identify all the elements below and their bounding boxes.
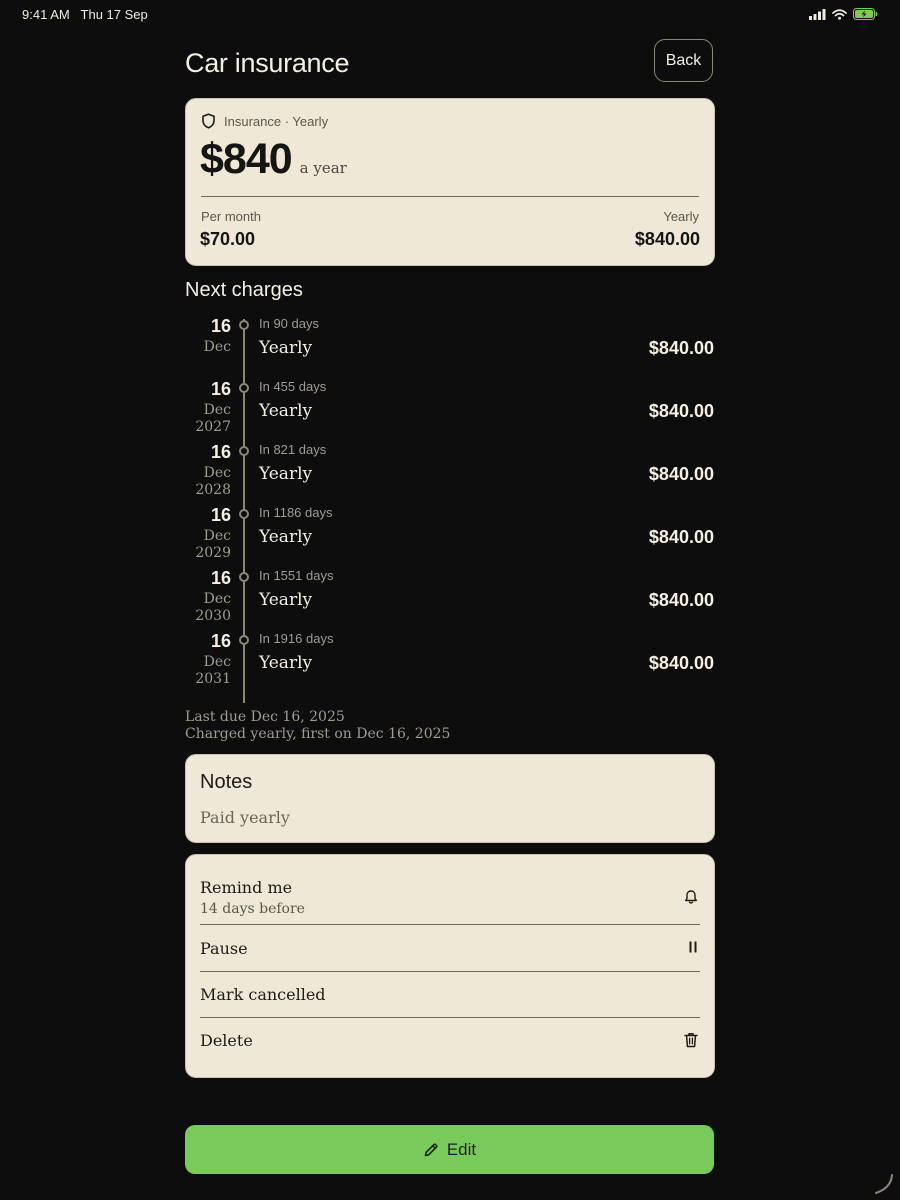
charge-day: 16	[210, 568, 231, 588]
per-month-value: $70.00	[200, 229, 256, 249]
back-button[interactable]: Back	[654, 39, 713, 82]
charge-when: In 1186 days	[259, 505, 333, 520]
page-title: Car insurance	[185, 48, 350, 78]
mark-cancelled-row[interactable]: Mark cancelled	[200, 971, 700, 1018]
timeline-dot	[239, 320, 249, 330]
timeline-dot	[239, 446, 249, 456]
charge-amount: $840.00	[648, 527, 714, 547]
charge-amount: $840.00	[648, 338, 714, 358]
charge-day: 16	[210, 379, 231, 399]
charge-item: 16 Dec 2030 In 1551 days Yearly $840.00	[185, 563, 715, 625]
charge-label: Yearly	[259, 338, 313, 358]
price-unit: a year	[299, 159, 347, 177]
remind-me-label: Remind me	[200, 878, 293, 897]
charge-amount: $840.00	[648, 590, 714, 610]
per-month-label: Per month	[201, 209, 261, 224]
delete-row[interactable]: Delete	[200, 1017, 700, 1063]
charge-year: 2029	[195, 545, 231, 561]
mark-cancelled-label: Mark cancelled	[200, 985, 326, 1004]
charge-when: In 1551 days	[259, 568, 334, 583]
charge-day: 16	[210, 631, 231, 651]
charge-when: In 821 days	[259, 442, 327, 457]
charge-label: Yearly	[259, 653, 313, 673]
pause-icon	[689, 941, 697, 953]
charge-item: 16 Dec 2027 In 455 days Yearly $840.00	[185, 374, 715, 436]
timeline-dot	[239, 509, 249, 519]
charge-item: 16 Dec 2029 In 1186 days Yearly $840.00	[185, 500, 715, 562]
charge-amount: $840.00	[648, 653, 714, 673]
charges-timeline: 16 Dec In 90 days Yearly $840.00 16 Dec …	[185, 311, 715, 706]
notes-body: Paid yearly	[200, 808, 290, 827]
charge-year: 2031	[195, 671, 231, 687]
last-due-text: Last due Dec 16, 2025	[185, 709, 345, 725]
pencil-icon	[424, 1142, 438, 1156]
pause-label: Pause	[200, 939, 248, 958]
remind-me-sub: 14 days before	[200, 901, 305, 917]
charge-item: 16 Dec 2028 In 821 days Yearly $840.00	[185, 437, 715, 499]
category-label: Insurance · Yearly	[224, 113, 329, 129]
charge-item: 16 Dec In 90 days Yearly $840.00	[185, 311, 715, 373]
price-amount: $840	[200, 135, 293, 183]
charge-label: Yearly	[259, 527, 313, 547]
bell-icon	[685, 890, 697, 904]
timeline-dot	[239, 572, 249, 582]
charge-day: 16	[210, 316, 231, 336]
price-row: $840 a year	[200, 135, 347, 184]
timeline-dot	[239, 635, 249, 645]
edit-label: Edit	[446, 1139, 477, 1159]
charged-info-text: Charged yearly, first on Dec 16, 2025	[185, 726, 451, 742]
charge-month: Dec	[203, 402, 231, 418]
edit-button[interactable]: Edit	[185, 1125, 714, 1174]
charge-month: Dec	[203, 528, 231, 544]
charge-day: 16	[210, 505, 231, 525]
trash-icon	[684, 1033, 698, 1048]
charge-month: Dec	[203, 339, 231, 355]
remind-me-row[interactable]: Remind me 14 days before	[200, 877, 700, 925]
resize-handle-icon[interactable]	[872, 1172, 896, 1196]
notes-card: Notes Paid yearly	[185, 754, 715, 843]
wifi-icon	[832, 8, 847, 20]
battery-charging-icon	[853, 8, 878, 20]
charge-amount: $840.00	[648, 464, 714, 484]
notes-title: Notes	[200, 771, 253, 793]
status-time: 9:41 AM Thu 17 Sep	[22, 7, 148, 22]
charge-when: In 90 days	[259, 316, 319, 331]
charge-label: Yearly	[259, 464, 313, 484]
charge-year: 2030	[195, 608, 231, 624]
charge-month: Dec	[203, 654, 231, 670]
divider	[201, 196, 699, 197]
next-charges-title: Next charges	[185, 279, 303, 301]
yearly-value: $840.00	[634, 229, 700, 249]
charge-label: Yearly	[259, 401, 313, 421]
charge-day: 16	[210, 442, 231, 462]
charge-when: In 455 days	[259, 379, 327, 394]
yearly-label: Yearly	[663, 209, 699, 224]
charge-year: 2027	[195, 419, 231, 435]
category-kicker: Insurance · Yearly	[201, 113, 328, 129]
shield-icon	[202, 113, 215, 129]
pause-row[interactable]: Pause	[200, 925, 700, 972]
status-bar: 9:41 AM Thu 17 Sep	[0, 0, 900, 28]
signal-icon	[809, 8, 826, 20]
charge-label: Yearly	[259, 590, 313, 610]
charge-amount: $840.00	[648, 401, 714, 421]
charge-year: 2028	[195, 482, 231, 498]
actions-card: Remind me 14 days before Pause Mark canc…	[185, 854, 715, 1078]
charge-item: 16 Dec 2031 In 1916 days Yearly $840.00	[185, 626, 715, 688]
delete-label: Delete	[200, 1031, 253, 1050]
summary-card: Insurance · Yearly $840 a year Per month…	[185, 98, 715, 266]
charge-month: Dec	[203, 465, 231, 481]
timeline-dot	[239, 383, 249, 393]
status-icons	[809, 8, 878, 20]
charge-when: In 1916 days	[259, 631, 334, 646]
charge-month: Dec	[203, 591, 231, 607]
